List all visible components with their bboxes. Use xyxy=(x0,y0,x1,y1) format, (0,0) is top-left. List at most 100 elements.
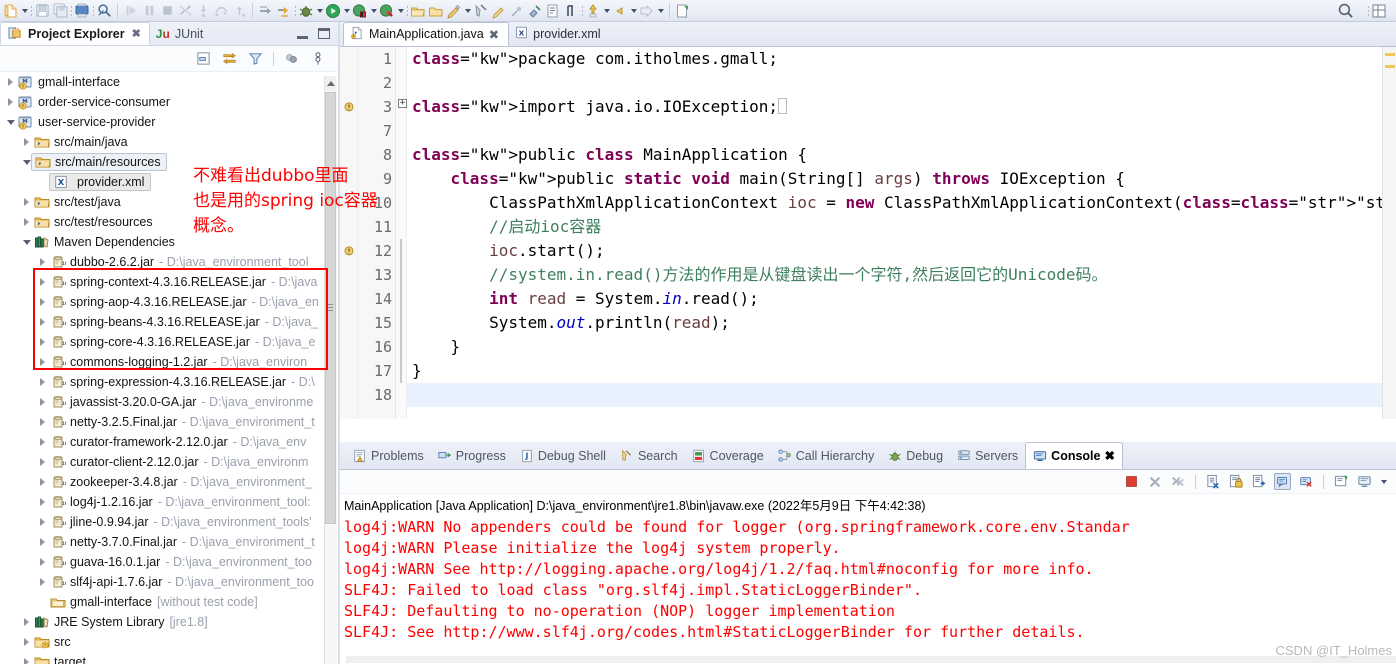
tree-item-content[interactable]: 10 guava-16.0.1.jar xyxy=(49,554,160,570)
tree-item[interactable]: src xyxy=(0,632,340,652)
suspend-icon[interactable] xyxy=(140,1,158,21)
tree-item-content[interactable]: Mgmall-interface xyxy=(17,74,120,90)
open-console-button[interactable] xyxy=(1333,473,1350,490)
tree-item-content[interactable]: 10 netty-3.2.5.Final.jar xyxy=(49,414,177,430)
pencil-icon[interactable] xyxy=(508,1,526,21)
expand-arrow-icon[interactable] xyxy=(4,98,17,106)
save-all-icon[interactable] xyxy=(51,1,69,21)
terminate-button[interactable] xyxy=(1123,473,1140,490)
tree-item[interactable]: 10 spring-beans-4.3.16.RELEASE.jar - D:\ja… xyxy=(0,312,340,332)
resume-icon[interactable] xyxy=(122,1,140,21)
display-selected-console-button[interactable] xyxy=(1356,473,1373,490)
tree-scrollbar[interactable] xyxy=(324,76,337,664)
perspective-switcher-icon[interactable] xyxy=(1370,1,1388,21)
tree-item-content[interactable]: src/test/resources xyxy=(33,214,153,230)
console-tab-servers[interactable]: Servers xyxy=(950,442,1025,469)
tree-item[interactable]: Maven Dependencies xyxy=(0,232,340,252)
code-view[interactable]: 1 class="kw">package com.itholmes.gmall; 2… xyxy=(340,47,1396,419)
expand-arrow-icon[interactable] xyxy=(36,518,49,526)
tab-provider-xml[interactable]: X provider.xml xyxy=(509,22,609,46)
step-into-icon[interactable] xyxy=(194,1,212,21)
new-file-icon[interactable] xyxy=(2,1,20,21)
view-menu-filter-icon[interactable] xyxy=(247,50,264,67)
tree-item-content[interactable]: Morder-service-consumer xyxy=(17,94,170,110)
collapse-all-icon[interactable] xyxy=(195,50,212,67)
tree-item-content[interactable]: 10 spring-core-4.3.16.RELEASE.jar xyxy=(49,334,250,350)
tree-item-content[interactable]: JRE System Library xyxy=(33,614,164,630)
close-icon[interactable]: ✖ xyxy=(132,27,141,40)
expand-arrow-icon[interactable] xyxy=(20,638,33,646)
tree-item-content[interactable]: 10 curator-framework-2.12.0.jar xyxy=(49,434,228,450)
tree-item-content[interactable]: 10 log4j-1.2.16.jar xyxy=(49,494,153,510)
console-tab-console[interactable]: Console ✖ xyxy=(1025,442,1123,469)
scroll-up-arrow-icon[interactable] xyxy=(325,76,336,90)
step-return-icon[interactable] xyxy=(230,1,248,21)
view-menu-icon[interactable] xyxy=(309,50,326,67)
forward-dropdown-icon[interactable] xyxy=(656,2,665,20)
tree-item-content[interactable]: 10 dubbo-2.6.2.jar xyxy=(49,254,154,270)
tree-item[interactable]: 10 curator-client-2.12.0.jar - D:\java_env… xyxy=(0,452,340,472)
expand-arrow-icon[interactable] xyxy=(36,298,49,306)
step-over-icon[interactable] xyxy=(212,1,230,21)
back-dropdown-icon[interactable] xyxy=(629,2,638,20)
console-tab-debug-shell[interactable]: J Debug Shell xyxy=(513,442,613,469)
tree-item[interactable]: 10 curator-framework-2.12.0.jar - D:\java_… xyxy=(0,432,340,452)
focus-on-active-task-icon[interactable] xyxy=(283,50,300,67)
annotation-icon[interactable] xyxy=(490,1,508,21)
tree-item-selected[interactable]: Xprovider.xml xyxy=(49,173,152,191)
tab-mainapplication-java[interactable]: MainApplication.java ✖ xyxy=(343,22,510,46)
expand-arrow-icon[interactable] xyxy=(36,258,49,266)
tree-item-content[interactable]: target xyxy=(33,654,86,664)
debug-icon[interactable] xyxy=(297,1,315,21)
import-warning-marker-icon[interactable] xyxy=(342,99,356,118)
tree-item[interactable]: 10 netty-3.2.5.Final.jar - D:\java_environ… xyxy=(0,412,340,432)
console-tab-problems[interactable]: Problems xyxy=(346,442,431,469)
show-console-on-output-button[interactable] xyxy=(1274,473,1291,490)
expand-arrow-icon[interactable] xyxy=(20,658,33,664)
tree-item[interactable]: 10 guava-16.0.1.jar - D:\java_environment_… xyxy=(0,552,340,572)
print-icon[interactable] xyxy=(73,1,91,21)
close-icon[interactable]: ✖ xyxy=(1104,448,1114,463)
tree-item[interactable]: src/test/resources xyxy=(0,212,340,232)
expand-arrow-icon[interactable] xyxy=(36,398,49,406)
tree-item[interactable]: 10 slf4j-api-1.7.6.jar - D:\java_environme… xyxy=(0,572,340,592)
open-type-icon[interactable] xyxy=(409,1,427,21)
minimize-button[interactable] xyxy=(297,35,308,39)
console-tab-search[interactable]: Search xyxy=(613,442,685,469)
expand-arrow-icon[interactable] xyxy=(36,498,49,506)
expand-arrow-icon[interactable] xyxy=(20,218,33,226)
link-icon[interactable] xyxy=(526,1,544,21)
search-icon[interactable] xyxy=(472,1,490,21)
pin-console-button[interactable] xyxy=(1297,473,1314,490)
console-tab-coverage[interactable]: Coverage xyxy=(685,442,771,469)
expand-arrow-icon[interactable] xyxy=(36,278,49,286)
tree-item-content[interactable]: 10 zookeeper-3.4.8.jar xyxy=(49,474,178,490)
warning-marker[interactable] xyxy=(1385,65,1395,68)
expand-arrow-icon[interactable] xyxy=(36,318,49,326)
expand-arrow-icon[interactable] xyxy=(36,418,49,426)
run-icon[interactable] xyxy=(324,1,342,21)
external-tools-icon[interactable] xyxy=(378,1,396,21)
expand-arrow-icon[interactable] xyxy=(20,618,33,626)
tree-item[interactable]: Xprovider.xml xyxy=(0,172,340,192)
expand-arrow-icon[interactable] xyxy=(36,378,49,386)
forward-icon[interactable] xyxy=(638,1,656,21)
expand-arrow-icon[interactable] xyxy=(36,338,49,346)
tree-item[interactable]: src/test/java xyxy=(0,192,340,212)
last-edit-icon[interactable] xyxy=(584,1,602,21)
tree-item-content[interactable]: 10 commons-logging-1.2.jar xyxy=(49,354,208,370)
tree-item[interactable]: Mgmall-interface xyxy=(0,72,340,92)
run-dropdown-icon[interactable] xyxy=(342,2,351,20)
tree-item-content[interactable]: src xyxy=(33,634,71,650)
tree-item[interactable]: Morder-service-consumer xyxy=(0,92,340,112)
tree-item-content[interactable]: Muser-service-provider xyxy=(17,114,155,130)
maximize-button[interactable] xyxy=(318,28,330,39)
toggle-breakpoint-icon[interactable] xyxy=(275,1,293,21)
new-java-project-icon[interactable] xyxy=(445,1,463,21)
fold-expand-marker[interactable]: + xyxy=(398,99,407,108)
console-horizontal-scrollbar[interactable] xyxy=(340,656,1396,664)
tree-item[interactable]: JRE System Library [jre1.8] xyxy=(0,612,340,632)
tree-item[interactable]: 10 netty-3.7.0.Final.jar - D:\java_environ… xyxy=(0,532,340,552)
tree-item[interactable]: src/main/java xyxy=(0,132,340,152)
expand-arrow-icon[interactable] xyxy=(36,438,49,446)
